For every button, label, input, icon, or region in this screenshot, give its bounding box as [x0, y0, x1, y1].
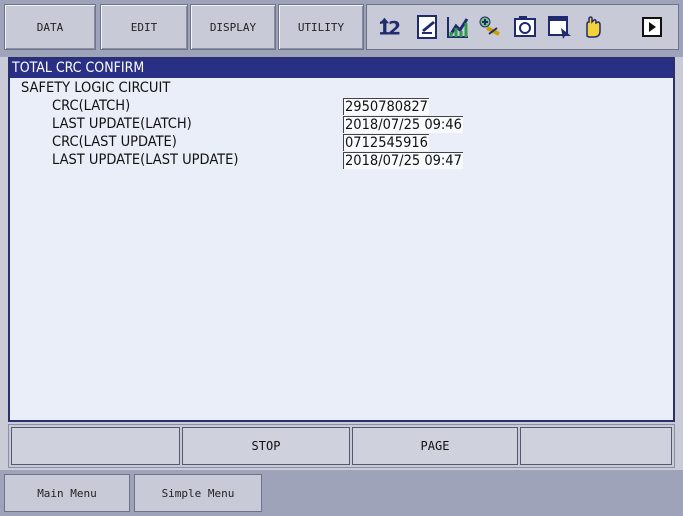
chart-icon	[445, 13, 471, 41]
edit-menu-button[interactable]: EDIT	[100, 4, 188, 50]
window-arrow-icon	[547, 13, 573, 41]
last-update-last-update-label: LAST UPDATE(LAST UPDATE)	[52, 152, 239, 168]
main-menu-button[interactable]: Main Menu	[4, 474, 130, 512]
function-key-4[interactable]	[520, 427, 672, 465]
last-update-latch-value[interactable]: 2018/07/25 09:46	[343, 116, 463, 133]
data-menu-button[interactable]: DATA	[4, 4, 96, 50]
crc-latch-label: CRC(LATCH)	[52, 98, 131, 114]
crc-last-update-value[interactable]: 0712545916	[343, 134, 429, 151]
svg-text:2: 2	[388, 18, 401, 39]
status-icon-bar: 1 2	[366, 4, 679, 50]
crc-latch-value[interactable]: 2950780827	[343, 98, 429, 115]
play-right-icon[interactable]	[639, 13, 665, 41]
section-heading: SAFETY LOGIC CIRCUIT	[21, 80, 171, 96]
plus-network-icon	[477, 13, 503, 41]
top-menu-bar: DATA EDIT DISPLAY UTILITY 1 2	[0, 0, 683, 57]
edit-document-icon	[415, 13, 441, 41]
page-button[interactable]: PAGE	[352, 427, 518, 465]
sort-numbers-icon: 1 2	[377, 13, 403, 41]
function-key-bar: STOP PAGE	[8, 424, 675, 468]
hand-icon	[579, 13, 605, 41]
function-key-1[interactable]	[11, 427, 180, 465]
footer-bar: Main Menu Simple Menu	[0, 470, 683, 516]
display-menu-button[interactable]: DISPLAY	[190, 4, 276, 50]
camera-icon	[513, 13, 539, 41]
simple-menu-button[interactable]: Simple Menu	[134, 474, 262, 512]
screen-title: TOTAL CRC CONFIRM	[10, 59, 673, 78]
main-display-panel: TOTAL CRC CONFIRM SAFETY LOGIC CIRCUIT C…	[8, 57, 675, 422]
crc-last-update-label: CRC(LAST UPDATE)	[52, 134, 177, 150]
stop-button[interactable]: STOP	[182, 427, 350, 465]
last-update-last-update-value[interactable]: 2018/07/25 09:47	[343, 152, 463, 169]
utility-menu-button[interactable]: UTILITY	[278, 4, 364, 50]
last-update-latch-label: LAST UPDATE(LATCH)	[52, 116, 192, 132]
